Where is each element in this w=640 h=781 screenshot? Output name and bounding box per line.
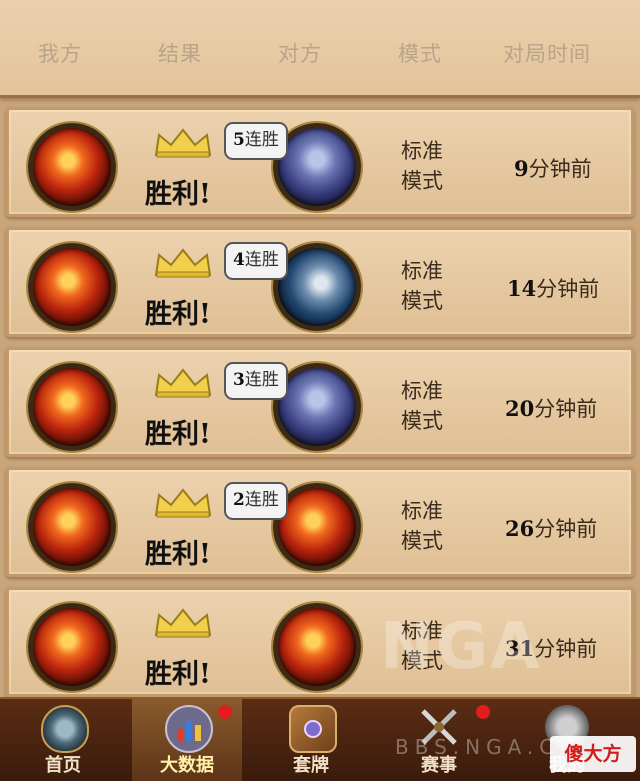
time-unit: 分钟前: [536, 277, 600, 301]
mode-cell: 标准 模式: [401, 256, 443, 316]
nav-big-data[interactable]: 大数据: [132, 699, 242, 781]
result-victory: 胜利!: [145, 419, 211, 450]
opponent-hero-icon: [273, 603, 361, 691]
match-time: 9分钟前: [514, 153, 592, 183]
my-hero-icon: [28, 603, 116, 691]
time-unit: 分钟前: [534, 517, 598, 541]
header-match-time: 对局时间: [503, 42, 591, 66]
mode-cell: 标准 模式: [401, 376, 443, 436]
streak-count: 5: [233, 130, 245, 150]
mode-line1: 标准: [401, 379, 443, 403]
match-time: 14分钟前: [507, 273, 599, 303]
header-opponent: 对方: [278, 42, 322, 66]
time-unit: 分钟前: [528, 157, 592, 181]
match-row[interactable]: 胜利! 5连胜 标准 模式 9分钟前: [6, 107, 634, 217]
time-number: 20: [505, 396, 535, 421]
mode-line2: 模式: [401, 529, 443, 553]
result-victory: 胜利!: [145, 299, 211, 330]
nav-decks[interactable]: 套牌: [256, 699, 366, 781]
mode-line2: 模式: [401, 169, 443, 193]
nav-label: 套牌: [293, 755, 329, 776]
crown-icon: [154, 368, 212, 398]
win-streak-badge: 3连胜: [224, 362, 288, 400]
nav-home[interactable]: 首页: [8, 699, 118, 781]
my-hero-icon: [28, 243, 116, 331]
win-streak-badge: 5连胜: [224, 122, 288, 160]
notification-dot: [218, 705, 232, 719]
notification-dot: [476, 705, 490, 719]
result-victory: 胜利!: [145, 179, 211, 210]
corner-logo: 傻大方: [550, 736, 636, 772]
mode-line2: 模式: [401, 409, 443, 433]
crown-icon: [154, 248, 212, 278]
streak-count: 3: [233, 370, 245, 390]
time-unit: 分钟前: [534, 397, 598, 421]
nav-label: 大数据: [160, 755, 214, 776]
my-hero-icon: [28, 363, 116, 451]
time-number: 9: [514, 156, 529, 181]
result-victory: 胜利!: [145, 659, 211, 690]
mode-cell: 标准 模式: [401, 136, 443, 196]
header-mode: 模式: [398, 42, 442, 66]
streak-label: 连胜: [244, 250, 279, 270]
match-row[interactable]: 胜利! 2连胜 标准 模式 26分钟前: [6, 467, 634, 577]
my-hero-icon: [28, 123, 116, 211]
time-unit: 分钟前: [534, 637, 598, 661]
mode-cell: 标准 模式: [401, 496, 443, 556]
crown-icon: [154, 128, 212, 158]
crown-icon: [154, 608, 212, 638]
win-streak-badge: 2连胜: [224, 482, 288, 520]
card-deck-icon: [289, 705, 337, 753]
my-hero-icon: [28, 483, 116, 571]
streak-count: 2: [233, 490, 245, 510]
match-time: 20分钟前: [505, 393, 597, 423]
nga-watermark: NGA: [380, 610, 542, 684]
table-header: 我方 结果 对方 模式 对局时间: [0, 0, 640, 98]
time-number: 14: [507, 276, 537, 301]
match-row[interactable]: 胜利! 4连胜 标准 模式 14分钟前: [6, 227, 634, 337]
mode-line1: 标准: [401, 139, 443, 163]
streak-label: 连胜: [244, 490, 279, 510]
header-result: 结果: [158, 42, 202, 66]
home-shield-icon: [41, 705, 89, 753]
crown-icon: [154, 488, 212, 518]
streak-label: 连胜: [244, 130, 279, 150]
bar-chart-icon: [165, 705, 213, 753]
match-row[interactable]: 胜利! 3连胜 标准 模式 20分钟前: [6, 347, 634, 457]
streak-count: 4: [233, 250, 245, 270]
time-number: 26: [505, 516, 535, 541]
mode-line1: 标准: [401, 259, 443, 283]
mode-line1: 标准: [401, 499, 443, 523]
match-time: 26分钟前: [505, 513, 597, 543]
win-streak-badge: 4连胜: [224, 242, 288, 280]
mode-line2: 模式: [401, 289, 443, 313]
header-my-side: 我方: [38, 42, 82, 66]
nav-label: 首页: [45, 755, 81, 776]
result-victory: 胜利!: [145, 539, 211, 570]
streak-label: 连胜: [244, 370, 279, 390]
